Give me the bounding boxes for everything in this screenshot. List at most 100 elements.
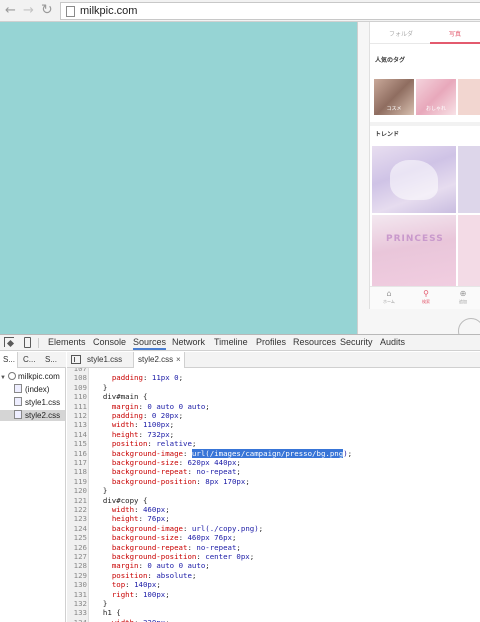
code-line[interactable]: 115 position: relative; <box>67 439 480 448</box>
line-code: top: 140px; <box>94 580 161 589</box>
line-code: background-size: 620px 440px; <box>94 458 241 467</box>
reload-icon[interactable]: ↻ <box>41 2 53 18</box>
code-line[interactable]: 128 margin: 0 auto 0 auto; <box>67 561 480 570</box>
tab-audits[interactable]: Audits <box>380 337 405 347</box>
code-line[interactable]: 133 h1 { <box>67 608 480 617</box>
back-arrow-icon[interactable]: ← <box>5 3 16 18</box>
code-token: ; <box>236 458 241 467</box>
editor-tab[interactable]: style1.css <box>83 352 133 368</box>
line-code: width: 460px; <box>94 505 170 514</box>
tree-item-file[interactable]: (index) <box>14 384 49 395</box>
forward-arrow-icon[interactable]: → <box>23 3 34 18</box>
css-value: 8px 170px <box>205 476 246 486</box>
code-line[interactable]: 109 } <box>67 383 480 392</box>
code-line[interactable]: 114 height: 732px; <box>67 430 480 439</box>
code-token: div#copy { <box>94 495 148 505</box>
code-line[interactable]: 112 padding: 0 20px; <box>67 411 480 420</box>
line-number: 111 <box>73 401 87 411</box>
tree-item-file[interactable]: style1.css <box>14 397 60 408</box>
trend-image[interactable] <box>458 146 480 213</box>
code-line[interactable]: 120 } <box>67 486 480 495</box>
tab-resources[interactable]: Resources <box>293 337 336 347</box>
css-value: 320px <box>143 618 165 622</box>
css-property: top <box>111 580 126 590</box>
line-code: margin: 0 auto 0 auto; <box>94 402 210 411</box>
file-icon <box>14 410 22 419</box>
tree-item-origin[interactable]: ▼ milkpic.com <box>0 371 60 382</box>
address-bar[interactable]: milkpic.com <box>60 2 480 20</box>
code-line[interactable]: 117 background-size: 620px 440px; <box>67 458 480 467</box>
tab-elements[interactable]: Elements <box>48 337 86 347</box>
code-line[interactable]: 123 height: 76px; <box>67 514 480 523</box>
code-token: ; <box>178 373 184 383</box>
phone-nav-add[interactable]: ⊕ 追加 <box>448 289 478 305</box>
code-line[interactable]: 134 width: 320px; <box>67 618 480 622</box>
code-area[interactable]: 107 108 padding: 11px 0; 109 } 110 div#main… <box>67 368 480 622</box>
code-line[interactable]: 119 background-position: 8px 170px; <box>67 477 480 486</box>
line-number: 117 <box>73 458 87 467</box>
code-line[interactable]: 122 width: 460px; <box>67 505 480 514</box>
phone-nav-home[interactable]: ⌂ ホーム <box>374 289 404 305</box>
code-line[interactable]: 125 background-size: 460px 76px; <box>67 533 480 542</box>
inspect-element-icon[interactable] <box>4 337 14 347</box>
tab-security[interactable]: Security <box>340 337 373 347</box>
navigator-tab-sources[interactable]: S... <box>0 352 18 368</box>
tab-console[interactable]: Console <box>93 337 126 347</box>
trend-image[interactable] <box>372 215 456 286</box>
code-line[interactable]: 127 background-position: center 0px; <box>67 552 480 561</box>
url-text[interactable]: milkpic.com <box>80 5 137 17</box>
line-code: background-repeat: no-repeat; <box>94 543 241 552</box>
css-value: 0 auto 0 auto <box>147 561 206 571</box>
tab-timeline[interactable]: Timeline <box>214 337 248 347</box>
device-mode-icon[interactable] <box>24 337 31 348</box>
file-icon <box>14 397 22 406</box>
code-line[interactable]: 110 div#main { <box>67 392 480 401</box>
tab-folder[interactable]: フォルダ <box>376 29 426 38</box>
navigator-tab-snippets[interactable]: S... <box>45 355 57 364</box>
line-number: 133 <box>73 608 87 618</box>
phone-home-button <box>458 318 480 334</box>
search-icon: ⚲ <box>423 289 429 298</box>
tree-item-file-selected[interactable]: style2.css <box>0 410 65 421</box>
code-line[interactable]: 118 background-repeat: no-repeat; <box>67 467 480 476</box>
code-line[interactable]: 107 <box>67 368 480 373</box>
trend-image[interactable] <box>458 215 480 286</box>
tag-thumbnail[interactable]: おしゃれ <box>416 79 456 115</box>
tag-thumbnail[interactable] <box>458 79 480 115</box>
phone-nav-search[interactable]: ⚲ 検索 <box>411 289 441 305</box>
toggle-navigator-icon[interactable] <box>71 355 81 364</box>
tab-sources[interactable]: Sources <box>133 337 167 350</box>
css-value: 140px <box>134 580 157 590</box>
code-token: ; <box>165 505 170 514</box>
code-line[interactable]: 132 } <box>67 599 480 608</box>
navigator-tab-content-scripts[interactable]: C... <box>23 355 35 364</box>
tab-network[interactable]: Network <box>172 337 205 347</box>
line-number: 113 <box>73 420 87 430</box>
code-line[interactable]: 111 margin: 0 auto 0 auto; <box>67 402 480 411</box>
expand-arrow-icon[interactable]: ▼ <box>0 373 8 384</box>
tag-thumbnail[interactable]: コスメ <box>374 79 414 115</box>
code-line[interactable]: 126 background-repeat: no-repeat; <box>67 543 480 552</box>
code-line[interactable]: 124 background-image: url(./copy.png); <box>67 524 480 533</box>
tab-photos[interactable]: 写真 <box>430 29 480 38</box>
close-icon[interactable]: × <box>176 355 181 364</box>
code-line[interactable]: 116 background-image: url(/images/campai… <box>67 448 480 458</box>
css-property: width <box>111 420 135 430</box>
code-line[interactable]: 113 width: 1100px; <box>67 420 480 429</box>
tab-profiles[interactable]: Profiles <box>256 337 286 347</box>
code-line[interactable]: 108 padding: 11px 0; <box>67 373 480 382</box>
line-number: 109 <box>73 382 87 392</box>
code-line[interactable]: 129 position: absolute; <box>67 571 480 580</box>
code-token: : <box>142 411 152 420</box>
code-line[interactable]: 121 div#copy { <box>67 496 480 505</box>
css-property: margin <box>111 401 139 411</box>
editor-tab-active[interactable]: style2.css × <box>133 352 185 368</box>
trend-image[interactable] <box>372 146 456 213</box>
code-line[interactable]: 131 right: 100px; <box>67 590 480 599</box>
css-value: 460px <box>142 505 166 514</box>
code-line[interactable]: 130 top: 140px; <box>67 580 480 589</box>
code-token: ; <box>231 533 237 543</box>
